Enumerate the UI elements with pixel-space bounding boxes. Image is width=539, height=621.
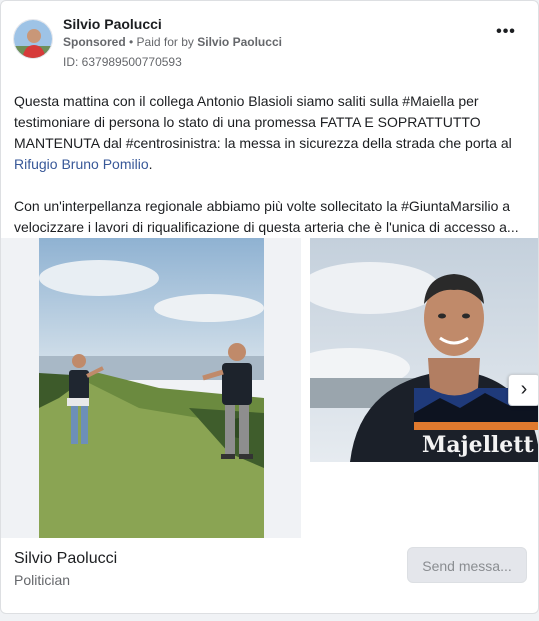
post-header: Silvio Paolucci Sponsored • Paid for by … xyxy=(13,15,526,73)
image-carousel: Majellett › xyxy=(1,238,538,538)
carousel-slide-selfie-photo[interactable]: Majellett xyxy=(310,238,538,462)
footer-category: Politician xyxy=(14,572,71,588)
post-text-line: velocizzare i lavori di riqualificazione… xyxy=(14,219,519,235)
ad-id: ID: 637989500770593 xyxy=(63,55,182,69)
post-text-line: Questa mattina con il collega Antonio Bl… xyxy=(14,93,479,109)
footer-page-name[interactable]: Silvio Paolucci xyxy=(14,550,117,568)
sponsored-line: Sponsored • Paid for by Silvio Paolucci xyxy=(63,35,282,49)
post-text-line: MANTENUTA dal #centrosinistra: la messa … xyxy=(14,135,512,151)
ad-footer: Silvio Paolucci Politician Send messa... xyxy=(1,538,538,613)
sponsored-label: Sponsored xyxy=(63,35,126,49)
separator: • xyxy=(125,35,137,49)
ad-card: Silvio Paolucci Sponsored • Paid for by … xyxy=(0,0,539,614)
shirt-text: Majellett xyxy=(422,432,534,458)
carousel-next-icon[interactable]: › xyxy=(508,374,538,406)
mountain-photo-image xyxy=(39,238,264,538)
paid-for-by-name: Silvio Paolucci xyxy=(197,35,282,49)
avatar[interactable] xyxy=(13,19,53,59)
hashtag-link[interactable]: Rifugio Bruno Pomilio xyxy=(14,156,149,172)
more-options-icon[interactable]: ••• xyxy=(494,24,518,43)
post-text-line: testimoniare di persona lo stato di una … xyxy=(14,114,481,130)
page-name[interactable]: Silvio Paolucci xyxy=(63,16,162,32)
paid-for-prefix: Paid for by xyxy=(136,35,198,49)
carousel-slide-mountain-photo[interactable] xyxy=(1,238,301,538)
selfie-photo-image: Majellett xyxy=(310,238,538,462)
post-text: Questa mattina con il collega Antonio Bl… xyxy=(14,91,526,238)
post-text-line: Rifugio Bruno Pomilio. xyxy=(14,154,526,175)
punctuation: . xyxy=(148,156,153,172)
post-text-line: Con un'interpellanza regionale abbiamo p… xyxy=(14,198,511,214)
send-message-button[interactable]: Send messa... xyxy=(407,547,527,583)
